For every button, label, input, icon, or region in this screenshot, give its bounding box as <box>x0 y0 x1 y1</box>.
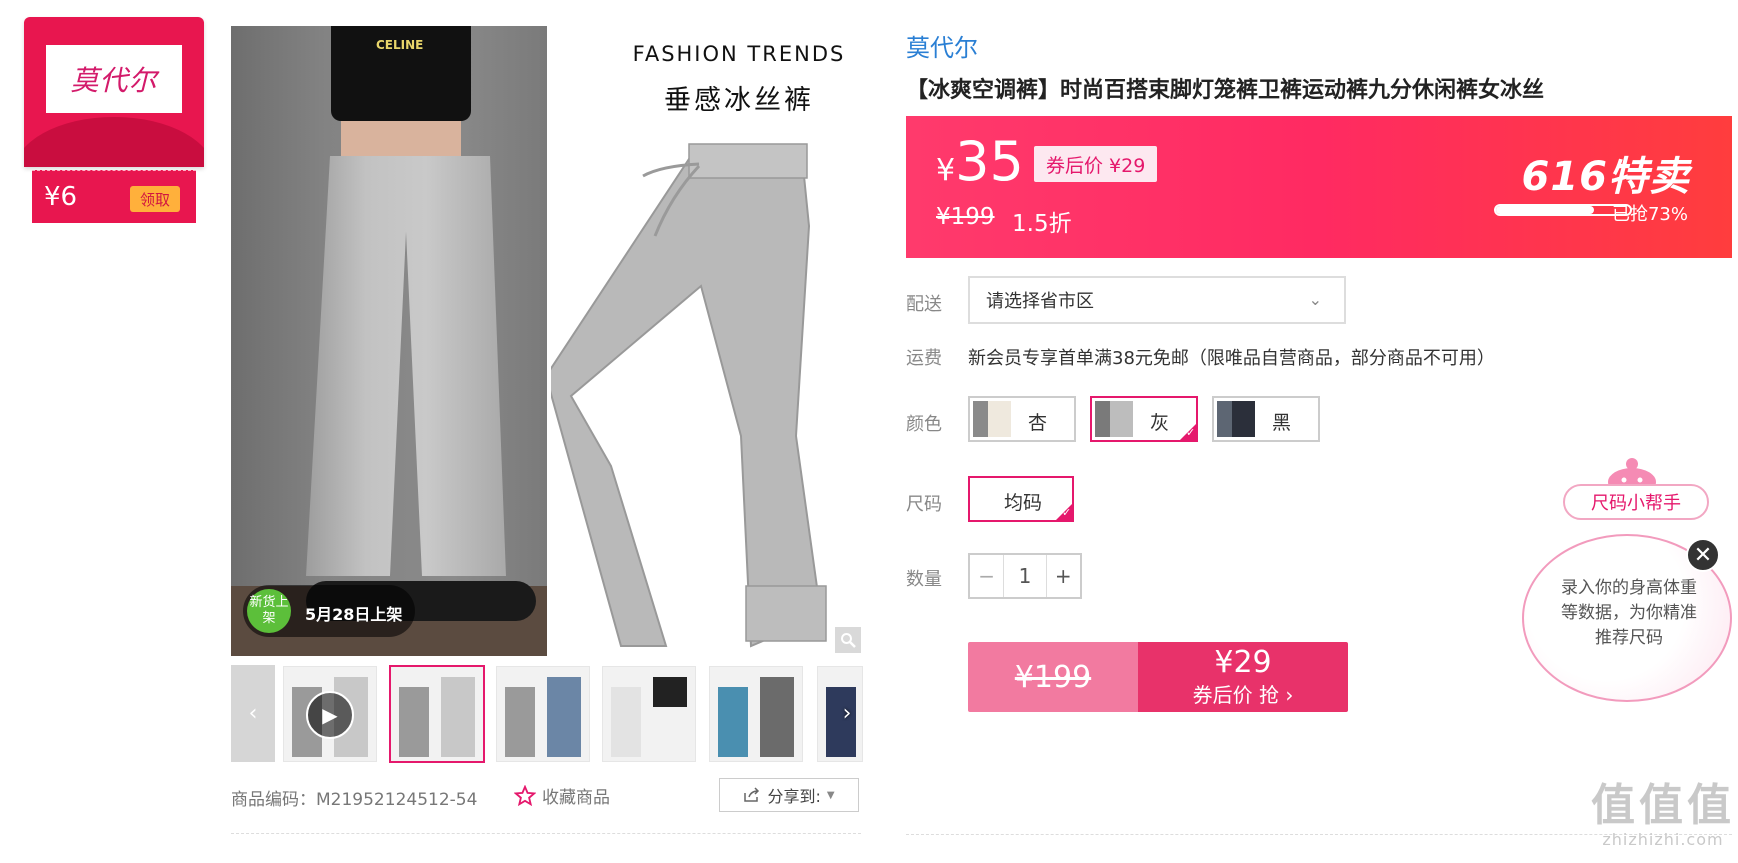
color-option-label: 灰 <box>1150 412 1170 434</box>
share-icon <box>744 787 760 802</box>
color-swatch <box>1217 401 1255 437</box>
discount-rate: 1.5折 <box>1012 211 1072 237</box>
color-option-label: 杏 <box>1028 412 1048 434</box>
buy-button-group: ¥199 ¥29 券后价 抢 › <box>968 642 1348 712</box>
product-title: 【冰爽空调裤】时尚百搭束脚灯笼裤卫裤运动裤九分休闲裤女冰丝 <box>906 78 1545 103</box>
promo-title: 616特卖 <box>1521 154 1690 200</box>
thumb-figure <box>441 677 475 757</box>
region-select[interactable]: 请选择省市区 ⌄ <box>968 276 1346 324</box>
shipping-label: 运费 <box>906 348 942 369</box>
original-price: ¥199 <box>936 204 995 230</box>
model-pants <box>306 156 506 576</box>
thumb-figure <box>718 687 748 757</box>
divider <box>231 833 861 834</box>
buy-now-button[interactable]: ¥29 券后价 抢 › <box>1138 642 1348 712</box>
coupon-bottom: ¥6 领取 <box>32 170 196 223</box>
watermark-url: zhizhizhi.com <box>1602 830 1724 849</box>
size-helper-button[interactable]: 尺码小帮手 <box>1563 484 1709 520</box>
model-photo: CELINE 新货上架 5月28日上架 <box>231 26 547 656</box>
coupon-price-tag: 券后价 ¥29 <box>1034 146 1158 182</box>
grab-progress-text: 已抢73% <box>1611 204 1688 225</box>
quantity-minus-button[interactable]: − <box>970 555 1003 597</box>
watermark-logo: 值值值 <box>1591 780 1735 831</box>
thumb-figure <box>399 687 429 757</box>
size-helper-text: 录入你的身高体重等数据，为你精准推荐尺码 <box>1561 578 1697 648</box>
close-icon[interactable]: ✕ <box>1686 538 1720 572</box>
color-swatch <box>973 401 1011 437</box>
thumb-prev-arrow-icon[interactable]: ‹ <box>231 665 275 762</box>
flat-pants-illustration <box>551 143 827 648</box>
image-title-cn: 垂感冰丝裤 <box>664 85 814 116</box>
model-shirt: CELINE <box>331 26 471 121</box>
size-option-label: 均码 <box>1004 492 1043 514</box>
favorite-button[interactable]: 收藏商品 <box>514 783 610 808</box>
brand-link[interactable]: 莫代尔 <box>906 28 978 63</box>
coupon-amount: ¥6 <box>44 182 78 212</box>
new-arrival-badge: 新货上架 5月28日上架 <box>243 585 415 637</box>
coupon-card: 莫代尔 ¥6 领取 <box>24 17 204 223</box>
quantity-stepper: − 1 + <box>968 553 1082 599</box>
chevron-down-icon: ⌄ <box>1308 290 1322 309</box>
buy-action-label: 券后价 抢 › <box>1192 682 1294 707</box>
grab-progress-fill <box>1496 206 1594 214</box>
shipping-text: 新会员专享首单满38元免邮（限唯品自营商品，部分商品不可用） <box>968 348 1495 369</box>
selected-check-icon: ✓ <box>1054 502 1074 522</box>
product-code: 商品编码：M21952124512-54 <box>231 790 478 810</box>
size-label: 尺码 <box>906 494 942 515</box>
color-option-label: 黑 <box>1272 412 1292 434</box>
thumb-figure <box>611 687 641 757</box>
thumbnail[interactable] <box>496 666 590 762</box>
selected-check-icon: ✓ <box>1178 422 1198 442</box>
thumbnail[interactable] <box>602 666 696 762</box>
thumbnail-video[interactable]: ▶ <box>283 666 377 762</box>
price-value: 35 <box>955 130 1024 193</box>
zoom-icon[interactable] <box>835 627 861 653</box>
color-label: 颜色 <box>906 414 942 435</box>
color-option-black[interactable]: 黑 <box>1212 396 1320 442</box>
color-swatch <box>1095 401 1133 437</box>
thumb-figure <box>505 687 535 757</box>
new-arrival-circle: 新货上架 <box>247 589 291 633</box>
main-product-image[interactable]: CELINE 新货上架 5月28日上架 FASHION TRENDS 垂感冰丝裤 <box>231 26 861 656</box>
thumb-next-arrow-icon[interactable]: › <box>833 665 861 762</box>
share-label: 分享到: <box>767 787 821 806</box>
caret-down-icon: ▼ <box>826 789 835 801</box>
coupon-top: 莫代尔 <box>24 17 204 167</box>
quantity-label: 数量 <box>906 569 942 590</box>
price-band: ¥35 券后价 ¥29 ¥199 1.5折 616特卖 已抢73% <box>906 116 1732 258</box>
thumb-figure <box>653 677 687 707</box>
thumbnail[interactable] <box>709 666 803 762</box>
thumb-figure <box>547 677 581 757</box>
region-select-value: 请选择省市区 <box>986 291 1094 312</box>
quantity-input[interactable]: 1 <box>1003 555 1047 597</box>
new-arrival-date: 5月28日上架 <box>305 605 403 624</box>
play-icon[interactable]: ▶ <box>306 691 354 739</box>
shirt-print: CELINE <box>376 38 424 52</box>
brand-logo: 莫代尔 <box>46 45 182 113</box>
model-waist <box>341 121 461 161</box>
thumbnail-strip: ‹ ▶ › <box>231 665 863 763</box>
brand-logo-text: 莫代尔 <box>70 64 158 97</box>
color-option-gray[interactable]: 灰 ✓ <box>1090 396 1198 442</box>
favorite-label: 收藏商品 <box>542 788 610 808</box>
buy-price: ¥29 <box>1214 644 1272 680</box>
share-dropdown[interactable]: 分享到: ▼ <box>719 778 859 812</box>
current-price: ¥35 <box>936 132 1024 192</box>
thumbnail-selected[interactable] <box>389 665 485 763</box>
image-title-en: FASHION TRENDS <box>632 42 846 66</box>
star-icon <box>514 784 536 806</box>
color-option-apricot[interactable]: 杏 <box>968 396 1076 442</box>
currency-symbol: ¥ <box>936 153 956 188</box>
buy-original-price: ¥199 <box>968 642 1138 712</box>
delivery-label: 配送 <box>906 294 942 315</box>
size-option-one-size[interactable]: 均码 ✓ <box>968 476 1074 522</box>
thumb-figure <box>760 677 794 757</box>
claim-coupon-button[interactable]: 领取 <box>130 186 180 212</box>
quantity-plus-button[interactable]: + <box>1047 555 1080 597</box>
watermark: 值值值 zhizhizhi.com <box>1588 780 1738 850</box>
